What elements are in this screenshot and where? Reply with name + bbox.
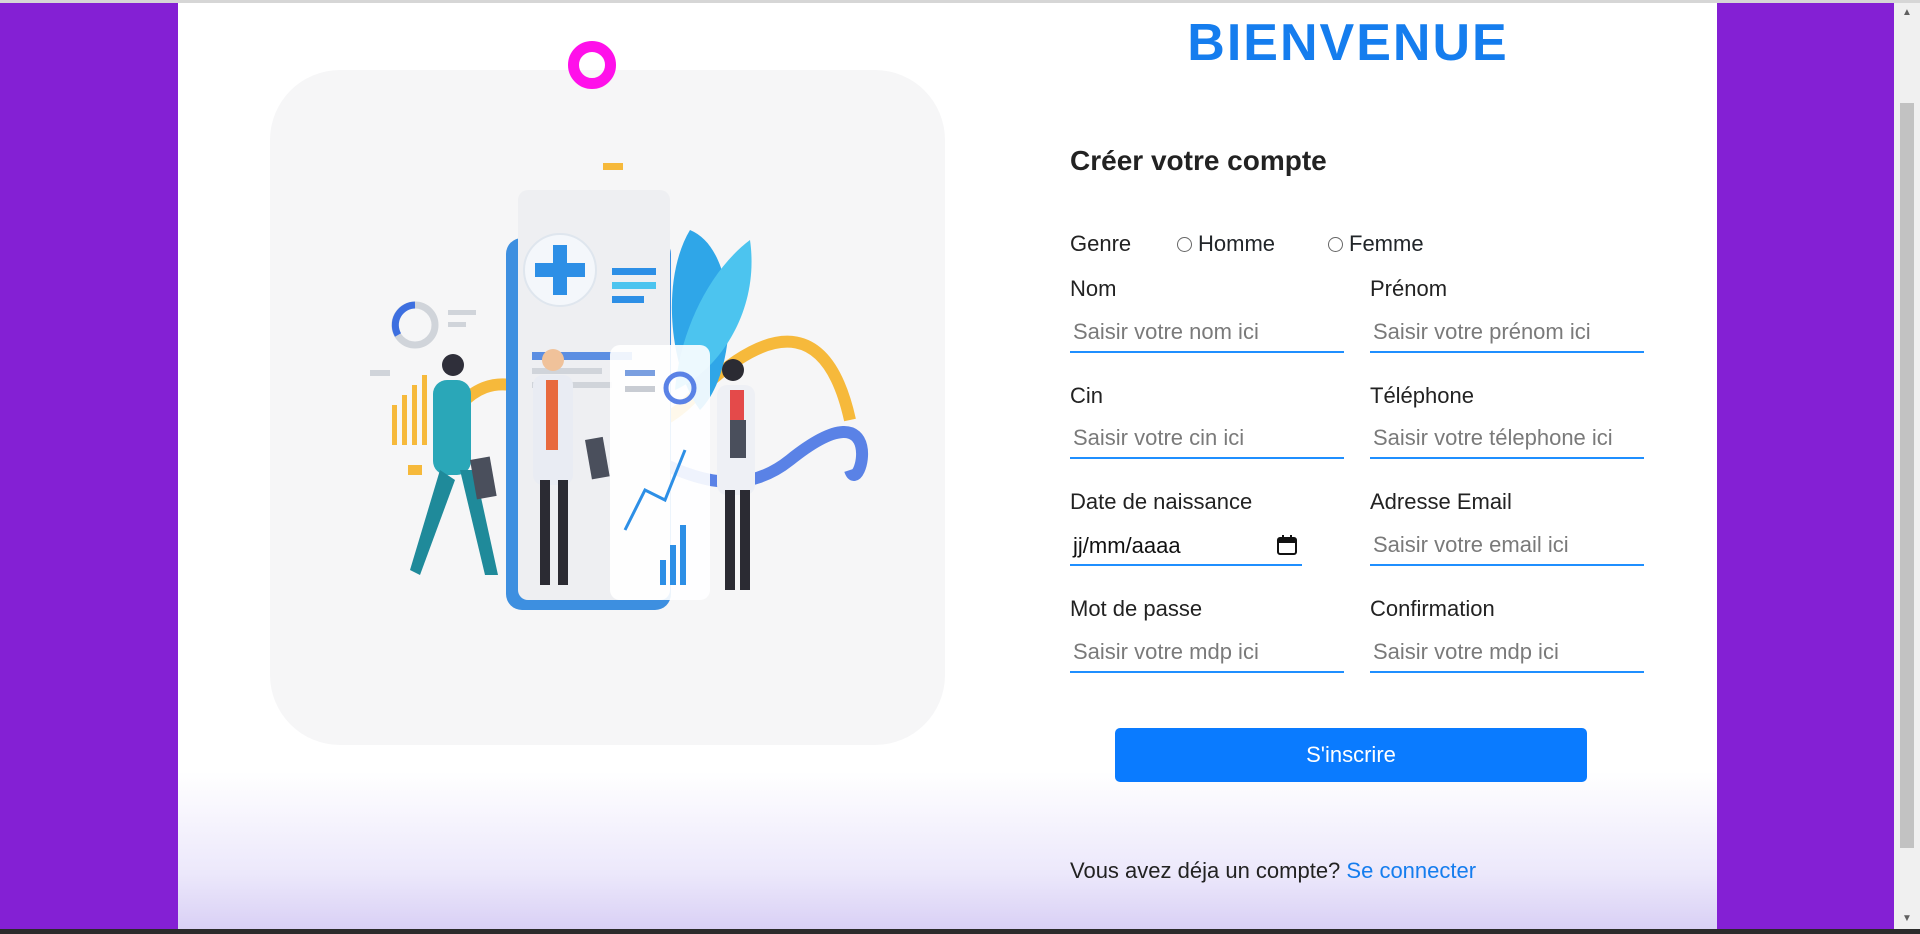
nom-label: Nom bbox=[1070, 276, 1117, 301]
pink-ring-icon bbox=[568, 41, 616, 89]
prenom-input[interactable] bbox=[1370, 313, 1644, 353]
mot-de-passe-input[interactable] bbox=[1070, 633, 1344, 673]
cin-label: Cin bbox=[1070, 383, 1104, 408]
date-naissance-value: jj/mm/aaaa bbox=[1073, 533, 1181, 558]
radio-femme-label: Femme bbox=[1349, 231, 1424, 256]
inscrire-button[interactable]: S'inscrire bbox=[1115, 728, 1587, 782]
login-prompt: Vous avez déja un compte? Se connecter bbox=[1070, 858, 1476, 884]
confirmation-label: Confirmation bbox=[1370, 596, 1495, 621]
scroll-down-icon[interactable]: ▼ bbox=[1894, 909, 1920, 929]
se-connecter-link[interactable]: Se connecter bbox=[1346, 858, 1476, 883]
login-prompt-text: Vous avez déja un compte? bbox=[1070, 858, 1341, 883]
mot-de-passe-label: Mot de passe bbox=[1070, 596, 1203, 621]
radio-homme[interactable] bbox=[1177, 236, 1192, 252]
radio-homme-label: Homme bbox=[1198, 231, 1276, 256]
registration-card: BIENVENUE Créer votre compte Genre Homme… bbox=[178, 3, 1717, 929]
telephone-input[interactable] bbox=[1370, 419, 1644, 459]
page-title: BIENVENUE bbox=[1187, 14, 1509, 72]
illustration-panel bbox=[270, 70, 945, 745]
prenom-label: Prénom bbox=[1370, 276, 1448, 301]
scroll-up-icon[interactable]: ▲ bbox=[1894, 3, 1920, 23]
radio-femme[interactable] bbox=[1328, 236, 1343, 252]
form-subtitle: Créer votre compte bbox=[1070, 145, 1327, 176]
genre-option-homme[interactable]: Homme bbox=[1177, 231, 1275, 257]
nom-input[interactable] bbox=[1070, 313, 1344, 353]
taskbar-strip bbox=[0, 929, 1920, 934]
telephone-label: Téléphone bbox=[1370, 383, 1474, 408]
genre-label: Genre bbox=[1070, 231, 1132, 256]
scrollbar-thumb[interactable] bbox=[1900, 103, 1914, 848]
medical-team-illustration bbox=[370, 163, 869, 610]
email-input[interactable] bbox=[1370, 526, 1644, 566]
email-label: Adresse Email bbox=[1370, 489, 1512, 514]
genre-option-femme[interactable]: Femme bbox=[1328, 231, 1424, 257]
vertical-scrollbar[interactable]: ▲ ▼ bbox=[1894, 3, 1920, 929]
confirmation-input[interactable] bbox=[1370, 633, 1644, 673]
date-naissance-label: Date de naissance bbox=[1070, 489, 1253, 514]
calendar-icon[interactable] bbox=[1276, 534, 1298, 556]
date-naissance-input[interactable]: jj/mm/aaaa bbox=[1070, 526, 1302, 566]
cin-input[interactable] bbox=[1070, 419, 1344, 459]
